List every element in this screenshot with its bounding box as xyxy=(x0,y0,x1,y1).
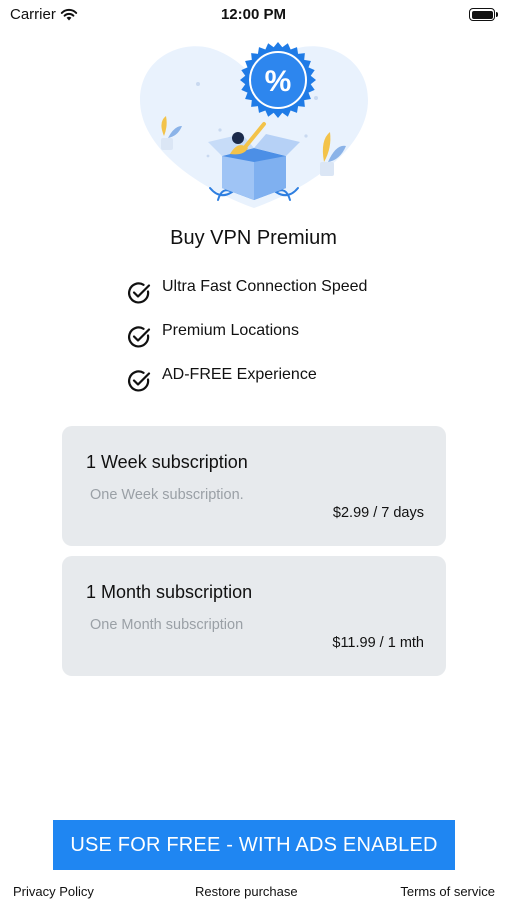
use-for-free-button[interactable]: USE FOR FREE - WITH ADS ENABLED xyxy=(53,820,455,870)
battery-icon xyxy=(469,8,498,21)
feature-label: Ultra Fast Connection Speed xyxy=(162,278,368,295)
gift-box-discount-illustration: % xyxy=(140,42,368,209)
restore-purchase-link[interactable]: Restore purchase xyxy=(195,884,298,899)
subscription-price: $2.99 / 7 days xyxy=(332,505,424,521)
subscription-title: 1 Week subscription xyxy=(86,452,248,472)
check-circle-icon xyxy=(128,370,151,392)
subscription-card-month[interactable]: 1 Month subscription One Month subscript… xyxy=(62,556,446,676)
check-circle-icon xyxy=(128,282,151,304)
feature-label: AD-FREE Experience xyxy=(162,366,317,383)
subscription-price: $11.99 / 1 mth xyxy=(332,635,424,651)
subscription-title: 1 Month subscription xyxy=(86,582,253,602)
features-list: Ultra Fast Connection Speed Premium Loca… xyxy=(126,276,386,408)
badge-symbol: % xyxy=(265,65,292,98)
subscription-card-week[interactable]: 1 Week subscription One Week subscriptio… xyxy=(62,426,446,546)
feature-item: Ultra Fast Connection Speed xyxy=(126,276,386,306)
feature-label: Premium Locations xyxy=(162,322,299,339)
subscription-description: One Month subscription xyxy=(90,617,244,633)
battery-level xyxy=(471,10,493,19)
page-title: Buy VPN Premium xyxy=(170,227,337,249)
discount-badge: % xyxy=(240,42,316,118)
feature-item: AD-FREE Experience xyxy=(126,364,386,394)
subscription-description: One Week subscription. xyxy=(90,487,244,503)
feature-item: Premium Locations xyxy=(126,320,386,350)
check-circle-icon xyxy=(128,326,151,348)
privacy-policy-link[interactable]: Privacy Policy xyxy=(13,884,94,899)
status-bar: Carrier 12:00 PM xyxy=(0,0,507,30)
status-time: 12:00 PM xyxy=(220,6,287,23)
terms-of-service-link[interactable]: Terms of service xyxy=(400,884,495,899)
